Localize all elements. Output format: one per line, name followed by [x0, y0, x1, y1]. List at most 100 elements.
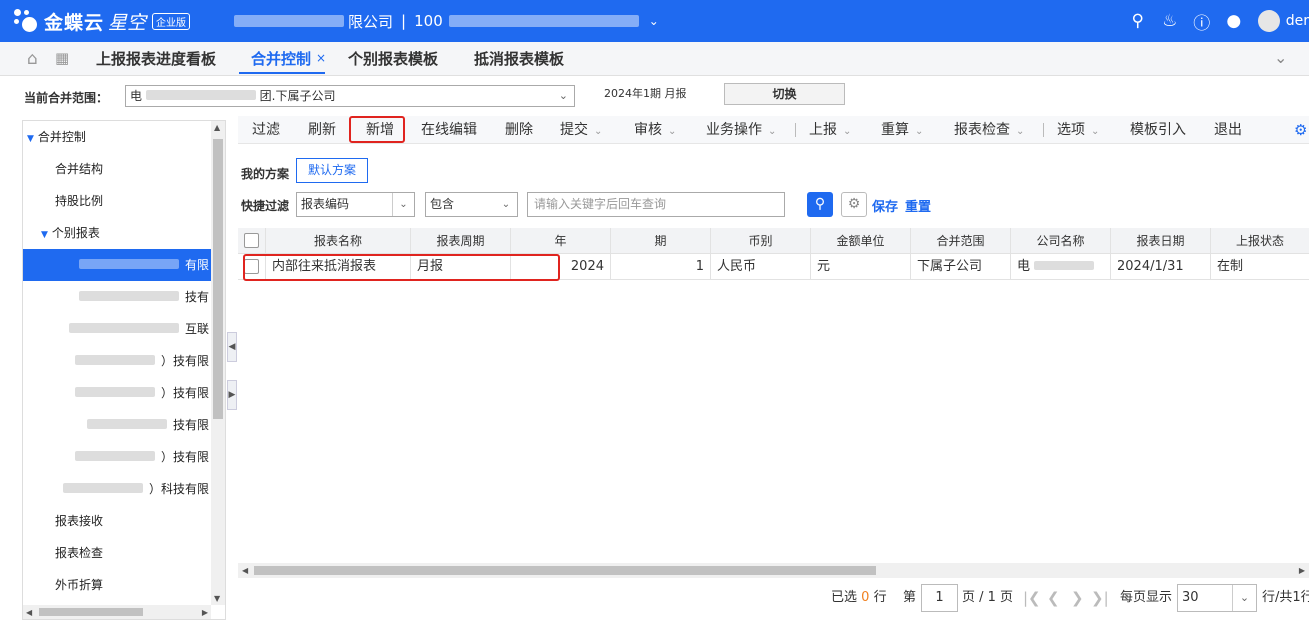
- switch-button[interactable]: 切换: [724, 83, 845, 105]
- tree-vertical-scrollbar[interactable]: ▲ ▼: [211, 121, 225, 605]
- tab-elimination-template[interactable]: 抵消报表模板: [474, 42, 564, 76]
- cell-company[interactable]: 电: [1011, 254, 1111, 280]
- report-label: 上报: [809, 122, 837, 138]
- brand-logo[interactable]: 金蝶云 星空 企业版: [12, 7, 191, 35]
- tree-item-company[interactable]: ）技有限: [23, 377, 211, 409]
- recalc-button[interactable]: 重算 ⌄: [881, 116, 923, 144]
- cell-currency[interactable]: 人民币: [711, 254, 811, 280]
- prev-page-icon[interactable]: ❮: [1047, 584, 1060, 612]
- tree-item-company[interactable]: 互联: [23, 313, 211, 345]
- audit-button[interactable]: 审核 ⌄: [634, 116, 676, 144]
- total-rows-label: 行/共1行: [1262, 590, 1309, 605]
- next-page-icon[interactable]: ❯: [1071, 584, 1084, 612]
- tab-consolidation-control[interactable]: 合并控制: [238, 42, 326, 76]
- grid-horizontal-scrollbar[interactable]: ◀ ▶: [238, 563, 1309, 578]
- filter-operator-select[interactable]: 包含 ⌄: [425, 192, 518, 217]
- column-header[interactable]: 币别: [711, 228, 811, 254]
- arrow-left-icon[interactable]: ◀: [242, 566, 248, 575]
- org-switcher[interactable]: 限公司 | 100 ⌄: [234, 11, 659, 32]
- apps-icon[interactable]: ▦: [55, 49, 69, 67]
- audit-label: 审核: [634, 122, 662, 138]
- submit-button[interactable]: 提交 ⌄: [560, 116, 602, 144]
- divider: |: [401, 12, 407, 30]
- scroll-thumb[interactable]: [254, 566, 876, 575]
- cell-period[interactable]: 1: [611, 254, 711, 280]
- expand-tabs-icon[interactable]: ⌄: [1274, 48, 1287, 67]
- column-header[interactable]: 报表周期: [411, 228, 511, 254]
- tree-item-company[interactable]: 有限: [23, 249, 211, 281]
- delete-button[interactable]: 删除: [505, 116, 533, 144]
- filter-button[interactable]: 过滤: [252, 116, 280, 144]
- tab-progress-board[interactable]: 上报报表进度看板: [96, 42, 216, 76]
- cell-report-date[interactable]: 2024/1/31: [1111, 254, 1211, 280]
- avatar[interactable]: [1257, 10, 1280, 32]
- expand-right-handle[interactable]: ▶: [227, 380, 237, 410]
- scroll-thumb[interactable]: [213, 139, 223, 419]
- arrow-right-icon[interactable]: ▶: [1299, 566, 1305, 575]
- select-all-checkbox[interactable]: [244, 233, 259, 248]
- save-link[interactable]: 保存: [872, 196, 898, 215]
- tree-horizontal-scrollbar[interactable]: ◀ ▶: [23, 605, 211, 619]
- search-button[interactable]: ⚲: [807, 192, 833, 217]
- default-scheme-button[interactable]: 默认方案: [296, 158, 368, 183]
- online-edit-button[interactable]: 在线编辑: [421, 116, 477, 144]
- arrow-up-icon[interactable]: ▲: [214, 123, 220, 132]
- column-header[interactable]: 上报状态: [1211, 228, 1309, 254]
- per-page-select[interactable]: 30 ⌄: [1177, 584, 1257, 612]
- refresh-button[interactable]: 刷新: [308, 116, 336, 144]
- options-button[interactable]: 选项 ⌄: [1057, 116, 1099, 144]
- reset-link[interactable]: 重置: [905, 196, 931, 215]
- column-header[interactable]: 合并范围: [911, 228, 1011, 254]
- business-ops-button[interactable]: 业务操作 ⌄: [706, 116, 776, 144]
- filter-settings-button[interactable]: ⚙: [841, 192, 867, 217]
- tab-individual-template[interactable]: 个别报表模板: [348, 42, 438, 76]
- first-page-icon[interactable]: |❮: [1023, 584, 1041, 612]
- gear-icon[interactable]: ⚙: [1294, 116, 1307, 144]
- brand-name: 金蝶云: [44, 11, 105, 34]
- scope-select[interactable]: 电 团.下属子公司 ⌄: [125, 85, 575, 107]
- page-number-input[interactable]: 1: [921, 584, 958, 612]
- collapse-left-handle[interactable]: ◀: [227, 332, 237, 362]
- home-icon[interactable]: ⌂: [27, 49, 38, 69]
- close-icon[interactable]: ×: [316, 51, 326, 65]
- tree-item-receive[interactable]: 报表接收: [23, 505, 211, 537]
- column-header[interactable]: 年: [511, 228, 611, 254]
- template-import-button[interactable]: 模板引入: [1130, 116, 1186, 144]
- report-check-button[interactable]: 报表检查 ⌄: [954, 116, 1024, 144]
- more-icon[interactable]: ●: [1218, 11, 1250, 31]
- company-suffix: 限公司: [348, 12, 394, 31]
- arrow-right-icon[interactable]: ▶: [202, 608, 208, 617]
- last-page-icon[interactable]: ❯|: [1091, 584, 1109, 612]
- search-input[interactable]: 请输入关键字后回车查询: [527, 192, 785, 217]
- tree-item-structure[interactable]: 合并结构: [23, 153, 211, 185]
- tree-item-company[interactable]: 技有限: [23, 409, 211, 441]
- search-icon[interactable]: ⚲: [1122, 11, 1154, 31]
- bell-icon[interactable]: ♨: [1154, 11, 1186, 31]
- column-header[interactable]: 报表日期: [1111, 228, 1211, 254]
- cell-unit[interactable]: 元: [811, 254, 911, 280]
- arrow-left-icon[interactable]: ◀: [26, 608, 32, 617]
- column-header[interactable]: 期: [611, 228, 711, 254]
- column-header[interactable]: 公司名称: [1011, 228, 1111, 254]
- tree-item-company[interactable]: ）技有限: [23, 441, 211, 473]
- user-name[interactable]: der: [1286, 13, 1309, 29]
- arrow-down-icon[interactable]: ▼: [214, 594, 220, 603]
- exit-button[interactable]: 退出: [1214, 116, 1242, 144]
- tree-item-individual[interactable]: ▼ 个别报表: [23, 217, 211, 249]
- tree-item-company[interactable]: ）科技有限: [23, 473, 211, 505]
- report-button[interactable]: 上报 ⌄: [809, 116, 851, 144]
- filter-field-select[interactable]: 报表编码 ⌄: [296, 192, 415, 217]
- cell-scope[interactable]: 下属子公司: [911, 254, 1011, 280]
- column-header[interactable]: 金额单位: [811, 228, 911, 254]
- tree-item-fx[interactable]: 外币折算: [23, 569, 211, 601]
- tree-label: ）技有限: [160, 354, 209, 368]
- tree-item-check[interactable]: 报表检查: [23, 537, 211, 569]
- tree-item-company[interactable]: 技有: [23, 281, 211, 313]
- scroll-thumb[interactable]: [39, 608, 143, 616]
- cell-status[interactable]: 在制: [1211, 254, 1309, 280]
- help-icon[interactable]: ⓘ: [1186, 9, 1218, 34]
- tree-item-root[interactable]: ▼ 合并控制: [23, 121, 211, 153]
- tree-item-company[interactable]: ）技有限: [23, 345, 211, 377]
- tree-item-shareholding[interactable]: 持股比例: [23, 185, 211, 217]
- column-header[interactable]: 报表名称: [266, 228, 411, 254]
